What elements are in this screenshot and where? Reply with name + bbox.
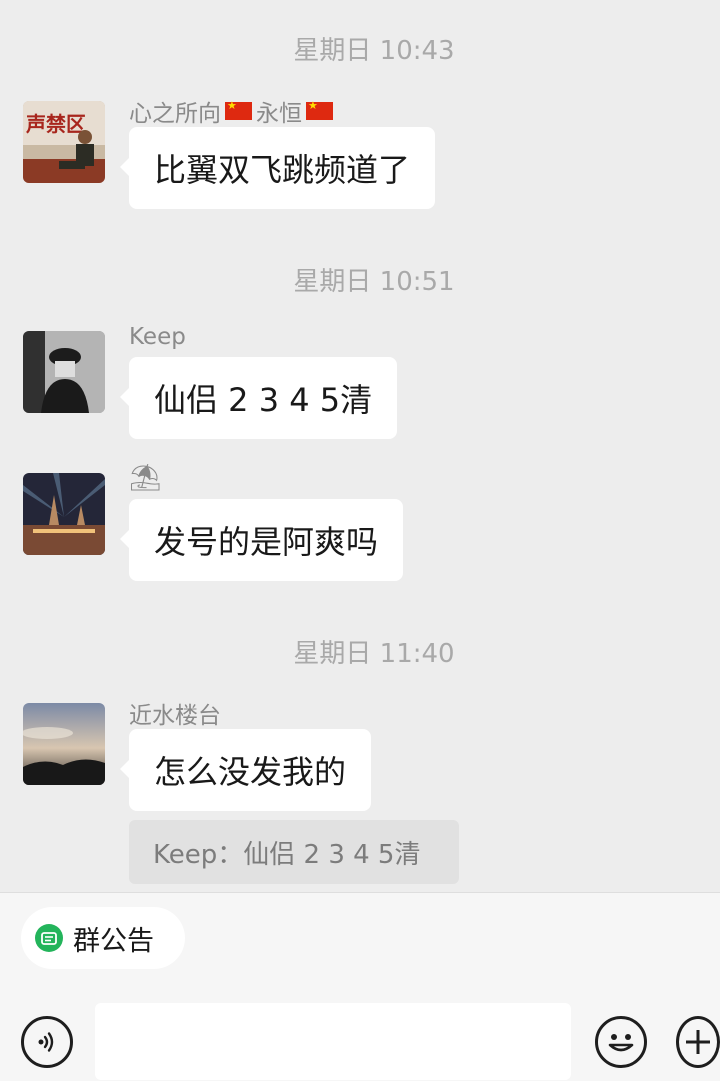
avatar[interactable] [23,331,105,413]
message-bubble[interactable]: 仙侣 2 3 4 5清 [119,357,398,439]
plus-icon[interactable] [676,1016,720,1068]
message-bubble[interactable]: 比翼双飞跳频道了 [119,127,436,209]
group-notice-label: 群公告 [73,925,154,957]
notice-icon [35,924,63,952]
message-input[interactable] [95,1003,571,1080]
avatar[interactable] [23,703,105,785]
china-flag-icon [225,99,252,120]
group-notice-button[interactable]: 群公告 [21,907,185,969]
quoted-message[interactable]: Keep：仙侣 2 3 4 5清 [129,820,459,884]
sender-name: ⛱ [129,463,163,493]
svg-text:声禁区: 声禁区 [25,112,86,136]
timestamp: 星期日 10:43 [293,36,455,66]
message-bubble[interactable]: 怎么没发我的 [119,729,372,811]
timestamp: 星期日 11:40 [293,639,455,669]
emoji-icon[interactable] [595,1016,647,1068]
timestamp: 星期日 10:51 [293,267,455,297]
sender-name: Keep [129,324,186,350]
china-flag-icon [306,99,333,120]
sender-name: 心之所向永恒 [129,94,333,128]
avatar[interactable]: 声禁区 [23,101,105,183]
voice-icon[interactable] [21,1016,73,1068]
avatar[interactable] [23,473,105,555]
sender-name: 近水楼台 [129,703,221,729]
message-bubble[interactable]: 发号的是阿爽吗 [119,499,404,581]
